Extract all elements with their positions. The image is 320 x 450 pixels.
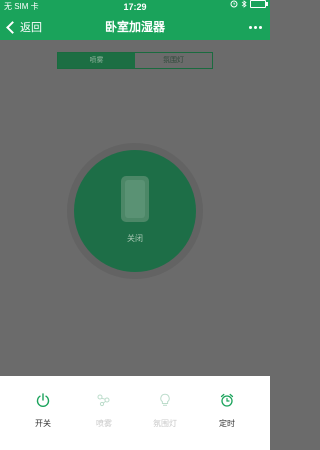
power-button-label: 开关 [35, 419, 51, 428]
alarm-status-icon [230, 0, 238, 8]
ambient-light-button-label: 氛围灯 [153, 419, 177, 428]
humidifier-device-icon [121, 176, 149, 222]
power-toggle-circle[interactable]: 关闭 [74, 150, 196, 272]
spray-icon [97, 394, 110, 407]
nav-bar: 返回 卧室加湿器 [0, 14, 270, 40]
alarm-clock-icon [220, 393, 234, 407]
more-dot [259, 25, 262, 29]
bottom-control-bar: 开关 喷雾 氛围灯 定时 [0, 376, 270, 450]
power-status-label: 关闭 [127, 234, 143, 243]
timer-button[interactable]: 定时 [207, 392, 247, 429]
bluetooth-icon [241, 0, 247, 8]
more-dots-icon [249, 25, 252, 29]
timer-button-label: 定时 [219, 419, 235, 428]
ambient-light-button[interactable]: 氛围灯 [145, 392, 185, 429]
mode-segment-control: 喷雾 氛围灯 [57, 52, 213, 69]
lightbulb-icon [160, 393, 170, 406]
spray-button[interactable]: 喷雾 [84, 392, 124, 429]
spray-button-label: 喷雾 [96, 419, 112, 428]
power-icon [36, 393, 50, 407]
more-dot [254, 25, 257, 29]
device-icon-inner [125, 180, 145, 218]
status-bar: 无 SIM 卡 17:29 [0, 0, 270, 14]
more-button[interactable] [249, 14, 262, 40]
tab-ambient-light[interactable]: 氛围灯 [135, 53, 212, 68]
tab-spray[interactable]: 喷雾 [58, 53, 135, 68]
power-button[interactable]: 开关 [23, 392, 63, 429]
status-icons [230, 0, 268, 8]
main-area: 喷雾 氛围灯 关闭 [0, 40, 270, 376]
page-title: 卧室加湿器 [104, 20, 165, 34]
battery-icon [250, 0, 268, 8]
